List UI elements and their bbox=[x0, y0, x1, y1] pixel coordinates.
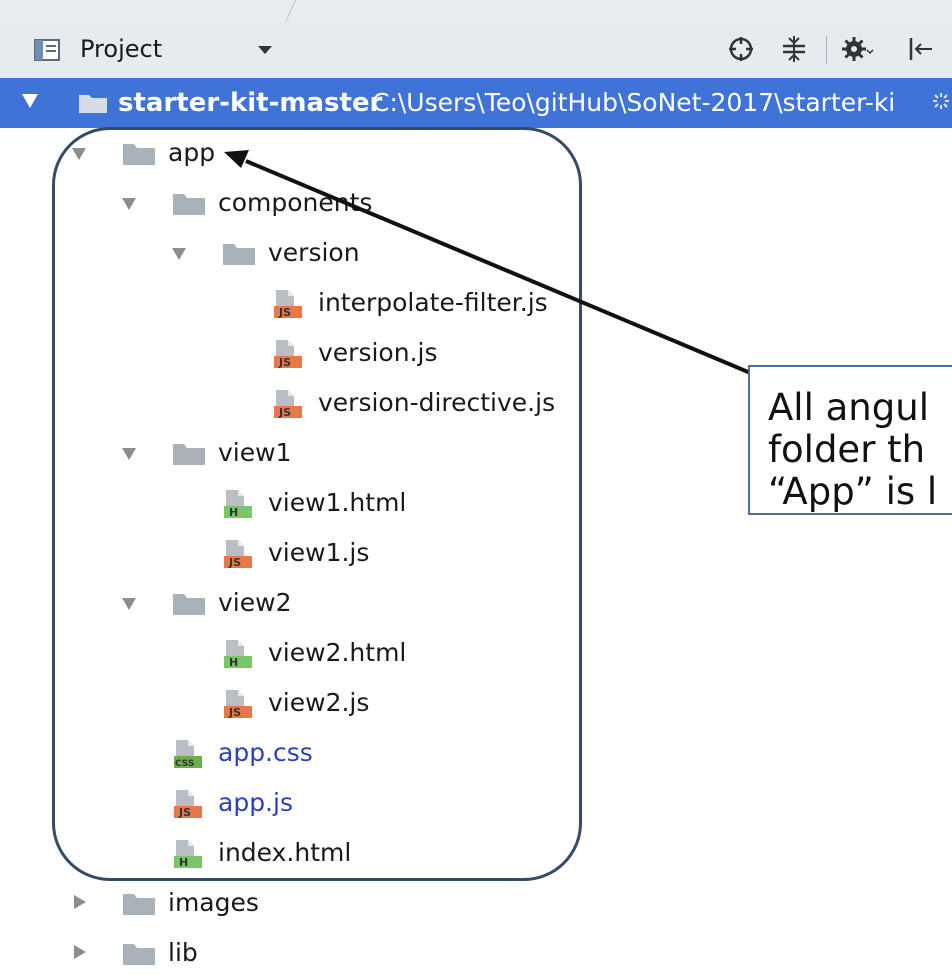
settings-icon[interactable] bbox=[840, 34, 874, 64]
hide-panel-icon[interactable] bbox=[906, 34, 936, 64]
callout-line: All angul bbox=[768, 386, 929, 429]
tree-item[interactable]: lib bbox=[0, 930, 952, 978]
dropdown-icon[interactable] bbox=[258, 46, 272, 54]
tab-separator bbox=[284, 0, 303, 22]
locate-icon[interactable] bbox=[726, 34, 756, 64]
root-folder-path: C:\Users\Teo\gitHub\SoNet-2017\starter-k… bbox=[372, 88, 896, 117]
tree-item[interactable]: images bbox=[0, 880, 952, 928]
collapsed-arrow-icon[interactable] bbox=[74, 945, 86, 959]
root-folder-name: starter-kit-master bbox=[118, 88, 383, 118]
tree-item-label: images bbox=[168, 888, 259, 917]
project-toolbar: Project bbox=[0, 22, 952, 79]
callout-line: “App” is l bbox=[768, 470, 938, 513]
folder-icon bbox=[78, 92, 108, 118]
editor-tab-strip bbox=[0, 0, 952, 23]
collapse-all-icon[interactable] bbox=[779, 34, 809, 64]
callout-box: All angul folder th “App” is l bbox=[748, 365, 952, 515]
collapsed-arrow-icon[interactable] bbox=[74, 895, 86, 909]
highlight-box bbox=[52, 127, 582, 881]
expand-arrow-icon[interactable] bbox=[22, 94, 38, 108]
project-view-icon[interactable] bbox=[34, 39, 60, 61]
loading-spinner-icon bbox=[932, 92, 950, 110]
project-view-selector[interactable]: Project bbox=[80, 34, 162, 64]
toolbar-divider bbox=[826, 36, 827, 64]
folder-icon bbox=[122, 942, 156, 970]
tree-item-label: lib bbox=[168, 938, 198, 967]
callout-line: folder th bbox=[768, 428, 926, 471]
folder-icon bbox=[122, 892, 156, 920]
tree-root-starter-kit-master[interactable]: starter-kit-master C:\Users\Teo\gitHub\S… bbox=[0, 78, 952, 128]
project-tool-window: Project starter-kit-master C:\Users\Teo\… bbox=[0, 0, 952, 980]
